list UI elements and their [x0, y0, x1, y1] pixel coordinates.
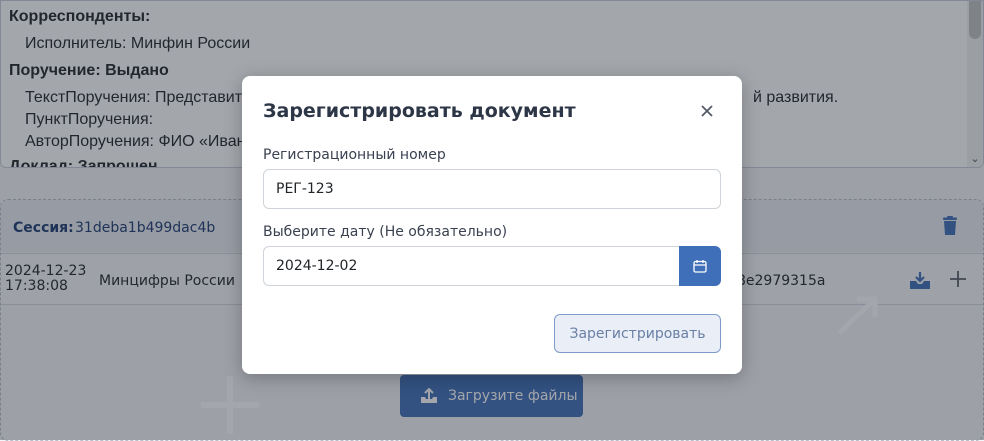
register-button[interactable]: Зарегистрировать: [554, 314, 721, 353]
close-icon[interactable]: [694, 98, 720, 124]
date-label: Выберите дату (Не обязательно): [263, 224, 508, 240]
calendar-button[interactable]: [679, 246, 721, 286]
date-picker: [263, 246, 721, 286]
modal-title: Зарегистрировать документ: [263, 100, 576, 122]
date-input[interactable]: [263, 246, 680, 286]
reg-number-input[interactable]: [263, 169, 721, 209]
calendar-icon: [693, 260, 707, 273]
reg-number-label: Регистрационный номер: [263, 147, 446, 163]
register-document-modal: Зарегистрировать документ Регистрационны…: [242, 76, 742, 374]
